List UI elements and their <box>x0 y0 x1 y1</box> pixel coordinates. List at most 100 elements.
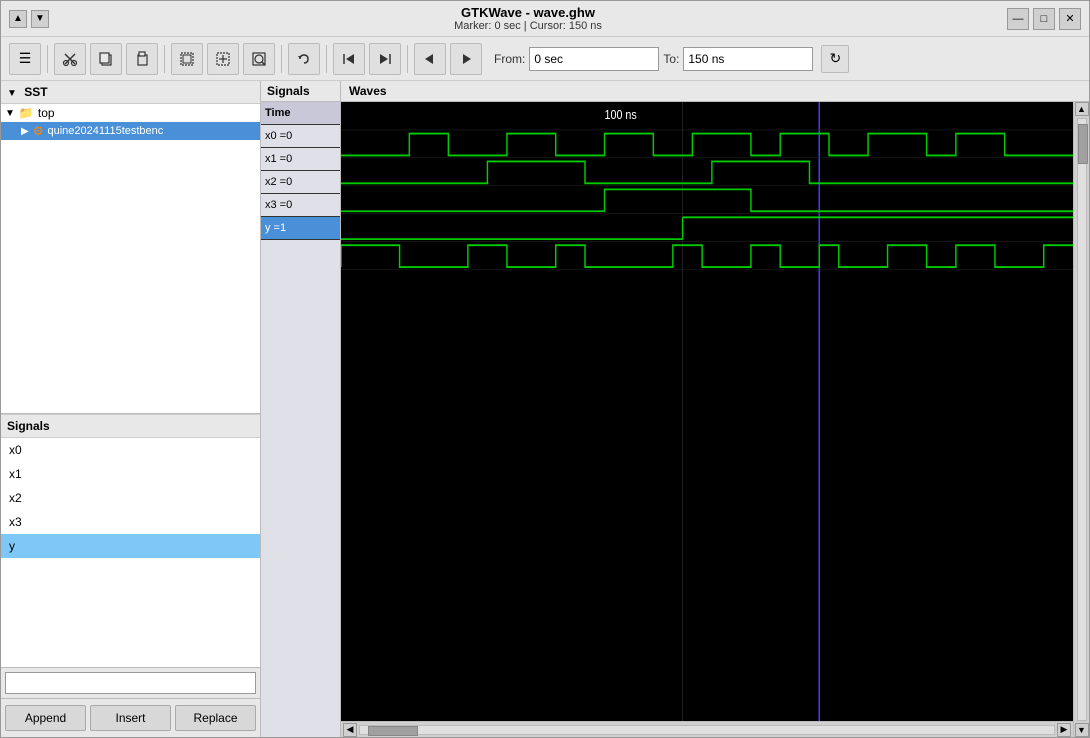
signal-item-y[interactable]: y <box>1 534 260 558</box>
v-scroll-down-btn[interactable]: ▼ <box>1075 723 1089 737</box>
right-panel: Signals Waves Time x0 =0 x1 =0 x2 =0 x3 … <box>261 81 1089 737</box>
cut-button[interactable] <box>54 43 86 75</box>
titlebar-controls: — □ ✕ <box>1007 8 1081 30</box>
sst-tree[interactable]: ▼ 📁 top ▶ ⚙ quine20241115testbenc <box>1 104 260 414</box>
titlebar: ▲ ▼ GTKWave - wave.ghw Marker: 0 sec | C… <box>1 1 1089 37</box>
wave-signal-y: y =1 <box>261 217 340 240</box>
select-all-icon <box>179 51 195 67</box>
next-button[interactable] <box>450 43 482 75</box>
wave-signal-x1: x1 =0 <box>261 148 340 171</box>
select-all-button[interactable] <box>171 43 203 75</box>
component-icon-quine: ⚙ <box>33 124 44 138</box>
tree-item-top[interactable]: ▼ 📁 top <box>1 104 260 122</box>
signals-col-header: Signals <box>261 81 341 101</box>
signal-item-x2[interactable]: x2 <box>1 486 260 510</box>
sst-header: ▼ SST <box>1 81 260 104</box>
v-scroll-track[interactable] <box>1077 118 1087 721</box>
last-icon <box>377 51 393 67</box>
tree-arrow-top: ▼ <box>5 108 15 119</box>
to-input[interactable] <box>683 47 813 71</box>
x0-wave <box>341 134 1073 156</box>
from-input[interactable] <box>529 47 659 71</box>
signals-section: Signals x0 x1 x2 x3 y 🔍 Append Inse <box>1 414 260 737</box>
signal-item-x1[interactable]: x1 <box>1 462 260 486</box>
append-button[interactable]: Append <box>5 705 86 731</box>
titlebar-left: ▲ ▼ <box>9 10 49 28</box>
toolbar-separator-3 <box>281 45 282 73</box>
waves-header-row: Signals Waves <box>261 81 1089 102</box>
time-label: Time <box>265 107 290 119</box>
undo-button[interactable] <box>288 43 320 75</box>
reload-button[interactable]: ↻ <box>821 45 849 73</box>
h-scroll-left-btn[interactable]: ◀ <box>343 723 357 737</box>
time-row: Time <box>261 102 340 125</box>
titlebar-up-btn[interactable]: ▲ <box>9 10 27 28</box>
wave-signal-x2: x2 =0 <box>261 171 340 194</box>
insert-button[interactable]: Insert <box>90 705 171 731</box>
tree-item-quine[interactable]: ▶ ⚙ quine20241115testbenc <box>1 122 260 140</box>
action-buttons: Append Insert Replace <box>1 698 260 737</box>
first-button[interactable] <box>333 43 365 75</box>
titlebar-down-btn[interactable]: ▼ <box>31 10 49 28</box>
wave-area: Time x0 =0 x1 =0 x2 =0 x3 =0 y =1 100 ns <box>261 102 1089 737</box>
arrow-icon-quine: ▶ <box>21 126 29 137</box>
hamburger-menu-button[interactable]: ☰ <box>9 43 41 75</box>
wave-signal-x0: x0 =0 <box>261 125 340 148</box>
toolbar-separator-5 <box>407 45 408 73</box>
copy-button[interactable] <box>90 43 122 75</box>
last-button[interactable] <box>369 43 401 75</box>
from-label: From: <box>494 52 525 66</box>
tree-label-top: top <box>38 106 55 120</box>
paste-button[interactable] <box>126 43 158 75</box>
maximize-button[interactable]: □ <box>1033 8 1055 30</box>
wave-display-container: 100 ns <box>341 102 1073 737</box>
h-scroll-thumb[interactable] <box>368 726 418 736</box>
main-window: ▲ ▼ GTKWave - wave.ghw Marker: 0 sec | C… <box>0 0 1090 738</box>
signals-list[interactable]: x0 x1 x2 x3 y <box>1 438 260 667</box>
sst-collapse-arrow[interactable]: ▼ <box>7 88 17 99</box>
prev-icon <box>422 51 438 67</box>
wave-signal-x3: x3 =0 <box>261 194 340 217</box>
x2-wave <box>341 189 1073 211</box>
replace-button[interactable]: Replace <box>175 705 256 731</box>
copy-icon <box>98 51 114 67</box>
close-button[interactable]: ✕ <box>1059 8 1081 30</box>
zoom-fit-icon <box>215 51 231 67</box>
left-panel: ▼ SST ▼ 📁 top ▶ ⚙ quine20241115testbenc … <box>1 81 261 737</box>
paste-icon <box>134 51 150 67</box>
to-label: To: <box>663 52 679 66</box>
search-input[interactable] <box>5 672 256 694</box>
prev-button[interactable] <box>414 43 446 75</box>
toolbar-separator-4 <box>326 45 327 73</box>
first-icon <box>341 51 357 67</box>
v-scrollbar[interactable]: ▲ ▼ <box>1073 102 1089 737</box>
signal-item-x0[interactable]: x0 <box>1 438 260 462</box>
v-scroll-up-btn[interactable]: ▲ <box>1075 102 1089 116</box>
h-scroll-track[interactable] <box>359 725 1055 735</box>
search-wrapper: 🔍 <box>5 672 256 694</box>
waves-col-header: Waves <box>341 81 1089 101</box>
v-scroll-thumb[interactable] <box>1078 124 1088 164</box>
signal-names-col: Time x0 =0 x1 =0 x2 =0 x3 =0 y =1 <box>261 102 341 737</box>
x1-wave <box>341 161 1073 183</box>
toolbar-separator-1 <box>47 45 48 73</box>
h-scroll-right-btn[interactable]: ▶ <box>1057 723 1071 737</box>
wave-svg: 100 ns <box>341 102 1073 721</box>
from-to-controls: From: To: ↻ <box>494 45 849 73</box>
minimize-button[interactable]: — <box>1007 8 1029 30</box>
tree-label-quine: quine20241115testbenc <box>47 125 163 137</box>
wave-display[interactable]: 100 ns <box>341 102 1073 721</box>
sst-label: SST <box>24 85 47 99</box>
h-scrollbar[interactable]: ◀ ▶ <box>341 721 1073 737</box>
signal-item-x3[interactable]: x3 <box>1 510 260 534</box>
main-content: ▼ SST ▼ 📁 top ▶ ⚙ quine20241115testbenc … <box>1 81 1089 737</box>
zoom-fit-button[interactable] <box>207 43 239 75</box>
zoom-range-button[interactable] <box>243 43 275 75</box>
signals-header: Signals <box>1 414 260 438</box>
timeline-100ns-label: 100 ns <box>605 107 637 122</box>
toolbar: ☰ <box>1 37 1089 81</box>
next-icon <box>458 51 474 67</box>
undo-icon <box>296 51 312 67</box>
folder-icon-top: 📁 <box>19 106 34 120</box>
zoom-range-icon <box>251 51 267 67</box>
